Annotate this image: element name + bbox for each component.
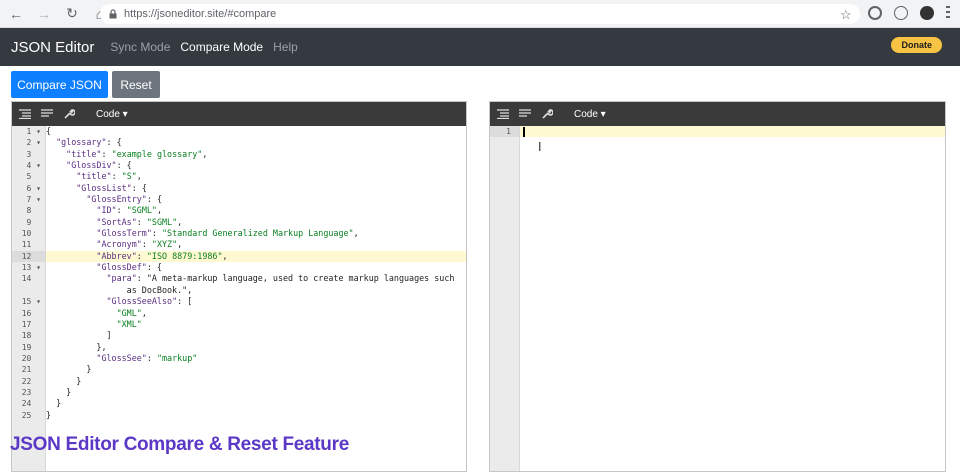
code-line: "title": "example glossary",	[66, 148, 208, 159]
code-line: },	[46, 341, 107, 352]
line-number: 18	[21, 331, 41, 341]
line-number: 1 ▾	[26, 127, 41, 136]
code-line: }	[46, 409, 52, 420]
donate-button[interactable]: Donate	[891, 37, 942, 53]
code-line: "glossary": {	[56, 137, 122, 148]
line-number: 1	[490, 126, 519, 138]
right-editor-toolbar: Code ▾	[490, 102, 945, 126]
line-number: 3	[26, 149, 41, 159]
line-number: 8	[26, 206, 41, 216]
line-number	[12, 285, 45, 296]
browser-toolbar: ← → ↻ ⌂ https://jsoneditor.site/#compare…	[0, 0, 960, 28]
text-caret	[523, 127, 525, 137]
code-line: ]	[46, 330, 112, 341]
nav-sync-mode[interactable]: Sync Mode	[110, 40, 170, 54]
code-line: }	[46, 364, 92, 375]
reload-icon[interactable]: ↻	[60, 2, 84, 26]
code-line: "GlossTerm": "Standard Generalized Marku…	[96, 228, 359, 239]
code-line: "GlossEntry": {	[86, 194, 162, 205]
extension-face-icon[interactable]	[894, 6, 908, 20]
code-line: "GlossDiv": {	[66, 160, 132, 171]
right-json-editor: Code ▾ 1 I	[489, 101, 946, 472]
app-header: JSON Editor Sync Mode Compare Mode Help …	[0, 28, 960, 66]
code-line: "para": "A meta-markup language, used to…	[106, 273, 455, 284]
line-number: 14	[21, 274, 41, 284]
line-number: 11	[21, 240, 41, 250]
mode-dropdown[interactable]: Code ▾	[574, 109, 606, 120]
line-number: 2 ▾	[26, 138, 41, 148]
line-number: 23	[21, 387, 41, 397]
lock-icon	[109, 9, 117, 19]
line-number: 12	[12, 250, 45, 263]
code-line: "Acronym": "XYZ",	[96, 239, 183, 250]
line-number-gutter: 1	[490, 126, 520, 471]
code-line: "ID": "SGML",	[96, 205, 162, 216]
code-line: {	[46, 126, 52, 136]
left-json-editor: Code ▾ 1 ▾ 2 ▾ 3 4 ▾ 5 6 ▾ 7 ▾ 8 9 10 11 12 1…	[11, 101, 467, 472]
reset-button[interactable]: Reset	[112, 71, 160, 98]
format-icon[interactable]	[496, 107, 510, 121]
line-number: 6 ▾	[26, 183, 41, 193]
line-number: 4 ▾	[26, 161, 41, 171]
line-number: 5	[26, 172, 41, 182]
line-number: 10	[21, 229, 41, 239]
code-line: "title": "S",	[76, 171, 142, 182]
line-number: 16	[21, 308, 41, 318]
line-number: 9	[26, 217, 41, 227]
line-number: 25	[21, 410, 41, 420]
left-editor-body[interactable]: 1 ▾ 2 ▾ 3 4 ▾ 5 6 ▾ 7 ▾ 8 9 10 11 12 13 ▾ 14 1…	[12, 126, 466, 471]
code-line: "GlossDef": {	[96, 262, 162, 273]
code-line: "GlossSee": "markup"	[96, 352, 198, 363]
line-number: 7 ▾	[26, 195, 41, 205]
line-number: 21	[21, 365, 41, 375]
nav-help[interactable]: Help	[273, 40, 298, 54]
line-number: 15 ▾	[21, 297, 41, 307]
code-area[interactable]: { "glossary": { "title": "example glossa…	[46, 126, 466, 471]
code-line: "GlossList": {	[76, 182, 147, 193]
menu-icon[interactable]	[946, 6, 950, 20]
code-line: "Abbrev": "ISO 8879:1986",	[46, 250, 466, 263]
extension-icon[interactable]	[868, 6, 882, 20]
format-icon[interactable]	[18, 107, 32, 121]
compare-json-button[interactable]: Compare JSON	[11, 71, 108, 98]
video-caption-title: JSON Editor Compare & Reset Feature	[10, 434, 349, 455]
code-line: }	[46, 375, 82, 386]
code-line: "XML"	[116, 318, 142, 329]
code-line: }	[46, 398, 62, 409]
brand-title[interactable]: JSON Editor	[11, 39, 94, 56]
left-editor-toolbar: Code ▾	[12, 102, 466, 126]
line-number: 19	[21, 342, 41, 352]
line-number: 17	[21, 319, 41, 329]
line-number: 20	[21, 353, 41, 363]
repair-wrench-icon[interactable]	[62, 107, 76, 121]
code-line: "GlossSeeAlso": [	[106, 296, 193, 307]
back-icon[interactable]: ←	[4, 2, 28, 26]
repair-wrench-icon[interactable]	[540, 107, 554, 121]
right-editor-body[interactable]: 1 I	[490, 126, 945, 471]
url-text: https://jsoneditor.site/#compare	[124, 8, 277, 20]
forward-icon[interactable]: →	[32, 2, 56, 26]
line-number: 24	[21, 399, 41, 409]
active-line-highlight	[490, 126, 945, 137]
compact-icon[interactable]	[40, 107, 54, 121]
bookmark-star-icon[interactable]: ☆	[840, 7, 852, 23]
ibeam-cursor-icon: I	[538, 140, 542, 154]
mode-dropdown[interactable]: Code ▾	[96, 109, 128, 120]
compact-icon[interactable]	[518, 107, 532, 121]
nav-compare-mode[interactable]: Compare Mode	[180, 40, 263, 54]
address-bar[interactable]: https://jsoneditor.site/#compare	[100, 4, 860, 24]
line-number-gutter: 1 ▾ 2 ▾ 3 4 ▾ 5 6 ▾ 7 ▾ 8 9 10 11 12 13 ▾ 14 1…	[12, 126, 46, 471]
code-line: as DocBook.",	[46, 284, 193, 295]
line-number: 22	[21, 376, 41, 386]
profile-avatar-icon[interactable]	[920, 6, 934, 20]
code-line: "GML",	[116, 307, 147, 318]
code-line: "SortAs": "SGML",	[96, 216, 183, 227]
line-number: 13 ▾	[21, 263, 41, 273]
code-line: }	[46, 386, 72, 397]
